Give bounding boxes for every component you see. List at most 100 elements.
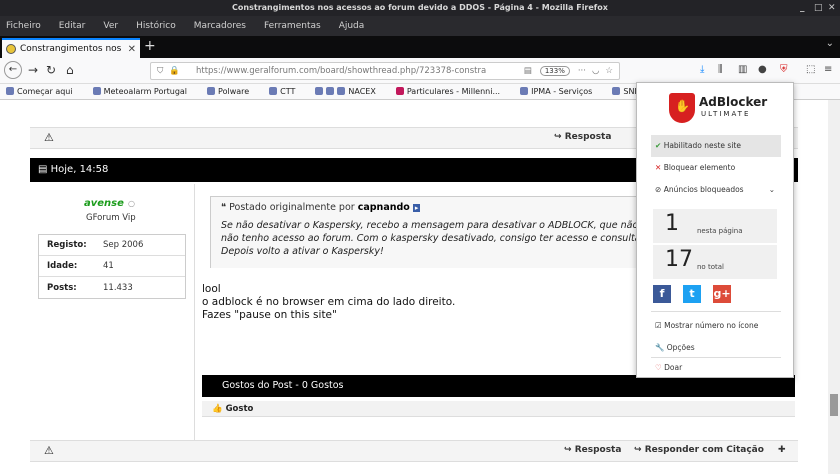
pocket-icon[interactable]: ◡ bbox=[592, 66, 599, 76]
account-icon[interactable]: ● bbox=[758, 64, 767, 75]
forward-icon[interactable]: → bbox=[28, 63, 38, 77]
multiquote-icon[interactable]: ✚ bbox=[778, 445, 786, 455]
donate-label: Doar bbox=[664, 363, 683, 372]
globe-icon bbox=[92, 87, 101, 95]
block-element-button[interactable]: ✕ Bloquear elemento bbox=[651, 157, 781, 179]
report-warning-icon[interactable]: ⚠ bbox=[44, 444, 54, 457]
back-icon[interactable]: ← bbox=[4, 61, 22, 79]
close-tab-icon[interactable]: ✕ bbox=[128, 44, 136, 55]
minimize-icon[interactable]: _ bbox=[800, 0, 805, 16]
stat-key: Idade: bbox=[47, 261, 78, 271]
url-bar[interactable]: ⛉ 🔒 https://www.geralforum.com/board/sho… bbox=[150, 62, 620, 80]
tracking-shield-icon[interactable]: ⛉ bbox=[157, 66, 163, 76]
bookmark-millennium[interactable]: Particulares - Millenni... bbox=[395, 87, 510, 96]
show-count-checkbox[interactable]: ☑ Mostrar número no ícone bbox=[651, 315, 781, 337]
chevron-down-icon: ⌄ bbox=[768, 185, 775, 194]
menu-ajuda[interactable]: Ajuda bbox=[339, 21, 365, 31]
sidebar-icon[interactable]: ▥ bbox=[738, 64, 747, 75]
globe-icon bbox=[269, 87, 278, 95]
reply-button[interactable]: ↪ Resposta bbox=[564, 445, 621, 455]
reply-button-top[interactable]: ↪ Resposta bbox=[554, 132, 611, 142]
globe-icon bbox=[315, 87, 324, 95]
page-scrollbar[interactable] bbox=[828, 100, 840, 474]
twitter-icon[interactable]: t bbox=[683, 285, 701, 303]
blocked-ads-label: Anúncios bloqueados bbox=[663, 185, 744, 194]
checkbox-icon[interactable]: ☑ bbox=[655, 321, 662, 330]
donate-button[interactable]: ♡ Doar bbox=[651, 358, 781, 378]
library-icon[interactable]: ⫼ bbox=[718, 64, 723, 75]
divider bbox=[651, 311, 781, 312]
facebook-icon[interactable]: f bbox=[653, 285, 671, 303]
menu-marcadores[interactable]: Marcadores bbox=[194, 21, 246, 31]
user-info-pane: avense ○ GForum Vip Registo: Sep 2006 Ida… bbox=[30, 184, 195, 440]
menu-bar: Ficheiro Editar Ver Histórico Marcadores… bbox=[0, 16, 840, 36]
bookmark-ipma[interactable]: IPMA - Serviços bbox=[520, 87, 602, 96]
adblocker-extension-icon[interactable]: ⛨ bbox=[780, 64, 788, 75]
bookmark-ctt[interactable]: CTT bbox=[269, 87, 305, 96]
millennium-icon bbox=[395, 87, 404, 95]
close-window-icon[interactable]: ✕ bbox=[828, 0, 836, 16]
reader-view-icon[interactable]: ▤ bbox=[524, 66, 532, 76]
lock-icon[interactable]: 🔒 bbox=[169, 66, 180, 76]
total-count-label: no total bbox=[697, 263, 724, 271]
ns-icon bbox=[326, 87, 335, 95]
window-titlebar: Constrangimentos nos acessos ao forum de… bbox=[0, 0, 840, 16]
menu-ver[interactable]: Ver bbox=[103, 21, 118, 31]
blocked-ads-dropdown[interactable]: ⊘ Anúncios bloqueados ⌄ bbox=[651, 179, 781, 201]
tab-list-icon[interactable]: ⌄ bbox=[826, 38, 834, 49]
bookmark-star-icon[interactable]: ☆ bbox=[605, 66, 613, 76]
scrollbar-thumb[interactable] bbox=[830, 394, 838, 416]
menu-ferramentas[interactable]: Ferramentas bbox=[264, 21, 321, 31]
view-post-icon[interactable]: ▸ bbox=[412, 204, 421, 212]
tab-forum[interactable]: Constrangimentos nos ✕ bbox=[2, 38, 140, 58]
stat-value: 11.433 bbox=[103, 282, 133, 293]
zoom-level[interactable]: 133% bbox=[539, 66, 570, 76]
hamburger-menu-icon[interactable]: ≡ bbox=[824, 64, 832, 75]
post-doc-icon: ▤ bbox=[38, 164, 48, 175]
polware-icon bbox=[207, 87, 216, 95]
user-title: GForum Vip bbox=[86, 213, 136, 223]
adblocker-popup: AdBlocker ULTIMATE ✔ Habilitado neste si… bbox=[636, 82, 794, 378]
extension-icon[interactable]: ⬚ bbox=[806, 64, 815, 75]
menu-historico[interactable]: Histórico bbox=[136, 21, 176, 31]
reply-quote-button[interactable]: ↪ Responder com Citação bbox=[634, 445, 764, 455]
block-element-label: Bloquear elemento bbox=[663, 163, 736, 172]
new-tab-icon[interactable]: + bbox=[144, 38, 156, 54]
heart-icon: ♡ bbox=[655, 363, 662, 372]
page-count-label: nesta página bbox=[697, 227, 743, 235]
likes-header: Gostos do Post - 0 Gostos bbox=[202, 375, 795, 397]
quote-author[interactable]: capnando bbox=[358, 202, 410, 213]
home-icon[interactable]: ⌂ bbox=[66, 63, 74, 77]
downloads-icon[interactable]: ⤓ bbox=[700, 64, 704, 75]
bookmark-comecar[interactable]: Começar aqui bbox=[6, 87, 83, 96]
bookmark-nacex[interactable]: NACEX bbox=[315, 87, 385, 96]
google-plus-icon[interactable]: g+ bbox=[713, 285, 731, 303]
message-line: o adblock é no browser em cima do lado d… bbox=[202, 296, 456, 308]
page-count-box: 1 nesta página bbox=[653, 209, 777, 243]
post-message: lool o adblock é no browser em cima do l… bbox=[202, 283, 455, 322]
stat-key: Registo: bbox=[47, 240, 87, 250]
username-link[interactable]: avense bbox=[84, 198, 124, 209]
bookmark-polware[interactable]: Polware bbox=[207, 87, 259, 96]
enabled-toggle[interactable]: ✔ Habilitado neste site bbox=[651, 135, 781, 157]
blocked-icon: ⊘ bbox=[655, 185, 662, 194]
like-button[interactable]: 👍 Gosto bbox=[202, 401, 795, 417]
nav-bar: ← → ↻ ⌂ ⛉ 🔒 https://www.geralforum.com/b… bbox=[0, 58, 840, 84]
maximize-icon[interactable]: □ bbox=[814, 0, 823, 16]
stat-key: Posts: bbox=[47, 282, 77, 293]
menu-editar[interactable]: Editar bbox=[59, 21, 86, 31]
window-title: Constrangimentos nos acessos ao forum de… bbox=[232, 3, 608, 12]
firefox-icon bbox=[6, 87, 14, 95]
reload-icon[interactable]: ↻ bbox=[46, 63, 56, 77]
message-line: Fazes "pause on this site" bbox=[202, 309, 337, 321]
bookmark-meteoalarm[interactable]: Meteoalarm Portugal bbox=[92, 87, 197, 96]
quote-line: não tenho acesso ao forum. Com o kaspers… bbox=[221, 233, 640, 244]
url-text[interactable]: https://www.geralforum.com/board/showthr… bbox=[196, 66, 524, 76]
adblocker-name: AdBlocker bbox=[699, 95, 768, 109]
globe-icon bbox=[520, 87, 529, 95]
report-warning-icon[interactable]: ⚠ bbox=[44, 131, 54, 144]
page-actions-icon[interactable]: ··· bbox=[578, 66, 586, 76]
menu-ficheiro[interactable]: Ficheiro bbox=[6, 21, 41, 31]
options-button[interactable]: 🔧 Opções bbox=[651, 337, 781, 359]
options-label: Opções bbox=[666, 343, 695, 352]
